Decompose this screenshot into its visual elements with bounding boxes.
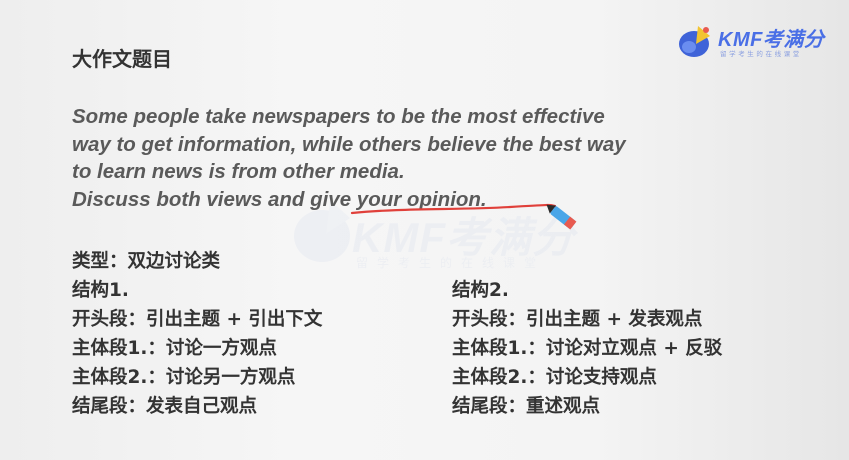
structure-left-column: 类型：双边讨论类 结构1. 开头段：引出主题 + 引出下文 主体段1.：讨论一方… bbox=[72, 247, 322, 421]
structure-1-conclusion: 结尾段：发表自己观点 bbox=[72, 396, 258, 417]
structure-2-intro: 开头段：引出主题 + 发表观点 bbox=[452, 309, 703, 330]
prompt-line: Some people take newspapers to be the mo… bbox=[72, 105, 605, 128]
structure-2-heading: 结构2. bbox=[452, 280, 509, 301]
structure-2-body-2: 主体段2.：讨论支持观点 bbox=[452, 367, 657, 388]
prompt-line: Discuss both views and give your opinion… bbox=[72, 187, 487, 211]
structure-2-conclusion: 结尾段：重述观点 bbox=[452, 396, 601, 417]
structure-1-intro: 开头段：引出主题 + 引出下文 bbox=[72, 309, 323, 330]
brand-logo: KMF考满分 留学考生的在线课堂 bbox=[676, 20, 836, 60]
type-label: 类型：双边讨论类 bbox=[72, 251, 221, 272]
prompt-line: to learn news is from other media. bbox=[72, 160, 405, 183]
prompt-line: way to get information, while others bel… bbox=[72, 132, 626, 156]
slide-title: 大作文题目 bbox=[72, 47, 172, 71]
watermark-tagline: 留学考生的在线课堂 bbox=[356, 256, 546, 270]
structure-1-body-1: 主体段1.：讨论一方观点 bbox=[72, 338, 277, 359]
watermark-brand-text: KMF考满分 bbox=[352, 214, 575, 261]
structure-1-body-2: 主体段2.：讨论另一方观点 bbox=[72, 367, 296, 388]
structure-right-column: 结构2. 开头段：引出主题 + 发表观点 主体段1.：讨论对立观点 + 反驳 主… bbox=[452, 276, 722, 421]
essay-prompt: Some people take newspapers to be the mo… bbox=[72, 103, 772, 213]
structure-1-heading: 结构1. bbox=[72, 280, 129, 301]
kmf-logo-icon bbox=[679, 26, 710, 57]
structure-2-body-1: 主体段1.：讨论对立观点 + 反驳 bbox=[452, 338, 723, 359]
brand-tagline: 留学考生的在线课堂 bbox=[720, 50, 802, 58]
